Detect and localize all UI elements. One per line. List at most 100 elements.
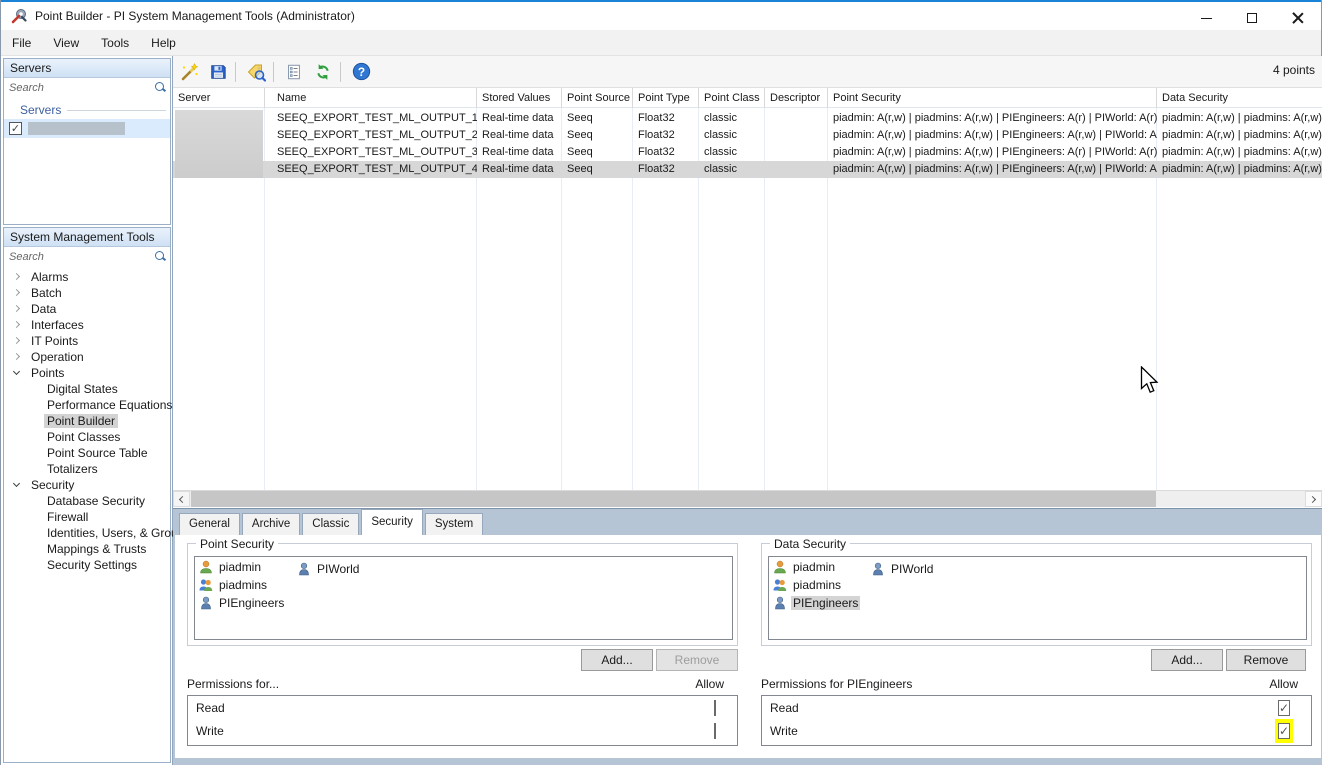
member-piadmins[interactable]: piadmins (199, 576, 732, 593)
table-row[interactable]: SEEQ_EXPORT_TEST_ML_OUTPUT_1 Real-time d… (173, 110, 1322, 127)
member-piadmin[interactable]: piadmin (773, 558, 1306, 575)
chevron-right-icon[interactable] (13, 337, 20, 344)
minimize-icon (1201, 18, 1212, 19)
tab-general[interactable]: General (179, 513, 240, 535)
tab-security[interactable]: Security (361, 509, 423, 535)
tree-item-performance-equations[interactable]: Performance Equations (4, 397, 170, 413)
tab-archive[interactable]: Archive (242, 513, 300, 535)
member-piengineers-selected[interactable]: PIEngineers (773, 594, 1306, 611)
tree-item-interfaces[interactable]: Interfaces (4, 317, 170, 333)
minimize-button[interactable] (1183, 4, 1229, 32)
cell-point-source: Seeq (562, 144, 633, 161)
save-button[interactable] (205, 60, 231, 84)
chevron-right-icon[interactable] (13, 289, 20, 296)
properties-list-icon (285, 63, 303, 81)
menu-tools[interactable]: Tools (90, 31, 140, 55)
smt-search-input[interactable] (4, 248, 170, 266)
data-security-member-list[interactable]: piadmin piadmins PIEngineers PIWorl (768, 556, 1307, 640)
chevron-down-icon[interactable] (13, 368, 20, 375)
chevron-right-icon[interactable] (13, 321, 20, 328)
new-point-wand-icon (179, 62, 199, 82)
servers-panel-title: Servers (4, 59, 170, 78)
write-allow-checkbox[interactable] (714, 723, 716, 739)
tree-item-database-security[interactable]: Database Security (4, 493, 170, 509)
close-button[interactable] (1275, 4, 1321, 32)
tree-item-batch[interactable]: Batch (4, 285, 170, 301)
tree-item-operation[interactable]: Operation (4, 349, 170, 365)
tree-item-point-builder[interactable]: Point Builder (4, 413, 170, 429)
tree-item-point-classes[interactable]: Point Classes (4, 429, 170, 445)
tree-item-totalizers[interactable]: Totalizers (4, 461, 170, 477)
chevron-right-icon[interactable] (13, 353, 20, 360)
read-allow-checkbox[interactable] (714, 700, 716, 716)
properties-list-button[interactable] (281, 60, 307, 84)
column-header-point-class[interactable]: Point Class (699, 88, 765, 108)
new-point-wand-button[interactable] (176, 60, 202, 84)
find-tag-button[interactable] (243, 60, 269, 84)
chevron-right-icon[interactable] (13, 305, 20, 312)
menu-file[interactable]: File (1, 31, 42, 55)
chevron-right-icon[interactable] (13, 273, 20, 280)
tab-classic[interactable]: Classic (302, 513, 359, 535)
cell-point-security: piadmin: A(r,w) | piadmins: A(r,w) | PIE… (828, 144, 1157, 161)
server-checkbox[interactable] (9, 122, 22, 135)
tree-item-it-points[interactable]: IT Points (4, 333, 170, 349)
menu-view[interactable]: View (42, 31, 90, 55)
horizontal-scrollbar[interactable] (173, 490, 1322, 507)
server-name-redacted (28, 122, 125, 135)
chevron-down-icon[interactable] (13, 480, 20, 487)
cell-point-class: classic (699, 127, 765, 144)
point-security-add-button[interactable]: Add... (581, 649, 653, 671)
write-allow-checkbox[interactable] (1278, 723, 1290, 739)
member-piworld[interactable]: PIWorld (871, 560, 935, 577)
read-allow-checkbox[interactable] (1278, 700, 1290, 716)
tree-item-mappings-trusts[interactable]: Mappings & Trusts (4, 541, 170, 557)
column-header-server[interactable]: Server (173, 88, 265, 108)
member-piworld[interactable]: PIWorld (297, 560, 361, 577)
find-tag-icon (246, 62, 266, 82)
column-header-point-security[interactable]: Point Security (828, 88, 1157, 108)
help-button[interactable]: ? (348, 60, 374, 84)
servers-search-input[interactable] (4, 79, 170, 97)
member-piadmins[interactable]: piadmins (773, 576, 1306, 593)
system-management-tools-panel: System Management Tools Alarms Batch Dat… (3, 227, 171, 763)
permission-row-write: Write (188, 719, 737, 742)
maximize-button[interactable] (1229, 4, 1275, 32)
column-header-descriptor[interactable]: Descriptor (765, 88, 828, 108)
servers-panel: Servers Servers (3, 58, 171, 225)
cell-point-type: Float32 (633, 110, 699, 127)
write-allow-highlight (1275, 719, 1293, 743)
window-title: Point Builder - PI System Management Too… (35, 9, 355, 23)
table-row[interactable]: SEEQ_EXPORT_TEST_ML_OUTPUT_3 Real-time d… (173, 144, 1322, 161)
tree-item-points[interactable]: Points (4, 365, 170, 381)
data-security-remove-button[interactable]: Remove (1226, 649, 1306, 671)
server-list-item[interactable] (4, 119, 170, 138)
cell-point-type: Float32 (633, 144, 699, 161)
tree-item-point-source-table[interactable]: Point Source Table (4, 445, 170, 461)
tree-item-identities-users-groups[interactable]: Identities, Users, & Groups (4, 525, 170, 541)
member-piengineers[interactable]: PIEngineers (199, 594, 732, 611)
tree-item-firewall[interactable]: Firewall (4, 509, 170, 525)
table-row-selected[interactable]: SEEQ_EXPORT_TEST_ML_OUTPUT_4 Real-time d… (173, 161, 1322, 178)
scroll-left-button[interactable] (173, 491, 190, 507)
tree-item-digital-states[interactable]: Digital States (4, 381, 170, 397)
column-header-point-type[interactable]: Point Type (633, 88, 699, 108)
column-header-data-security[interactable]: Data Security (1157, 88, 1322, 108)
menu-help[interactable]: Help (140, 31, 187, 55)
tree-item-alarms[interactable]: Alarms (4, 269, 170, 285)
scroll-right-button[interactable] (1305, 491, 1322, 507)
cell-name: SEEQ_EXPORT_TEST_ML_OUTPUT_2 (265, 127, 477, 144)
scrollbar-thumb[interactable] (191, 491, 1156, 507)
tree-item-data[interactable]: Data (4, 301, 170, 317)
point-security-member-list[interactable]: piadmin piadmins PIEngineers PIWorl (194, 556, 733, 640)
table-row[interactable]: SEEQ_EXPORT_TEST_ML_OUTPUT_2 Real-time d… (173, 127, 1322, 144)
column-header-name[interactable]: Name (265, 88, 477, 108)
tree-item-security[interactable]: Security (4, 477, 170, 493)
column-header-stored-values[interactable]: Stored Values (477, 88, 562, 108)
tab-system[interactable]: System (425, 513, 483, 535)
refresh-button[interactable] (310, 60, 336, 84)
data-security-add-button[interactable]: Add... (1151, 649, 1223, 671)
column-header-point-source[interactable]: Point Source (562, 88, 633, 108)
tree-item-security-settings[interactable]: Security Settings (4, 557, 170, 573)
member-piadmin[interactable]: piadmin (199, 558, 732, 575)
